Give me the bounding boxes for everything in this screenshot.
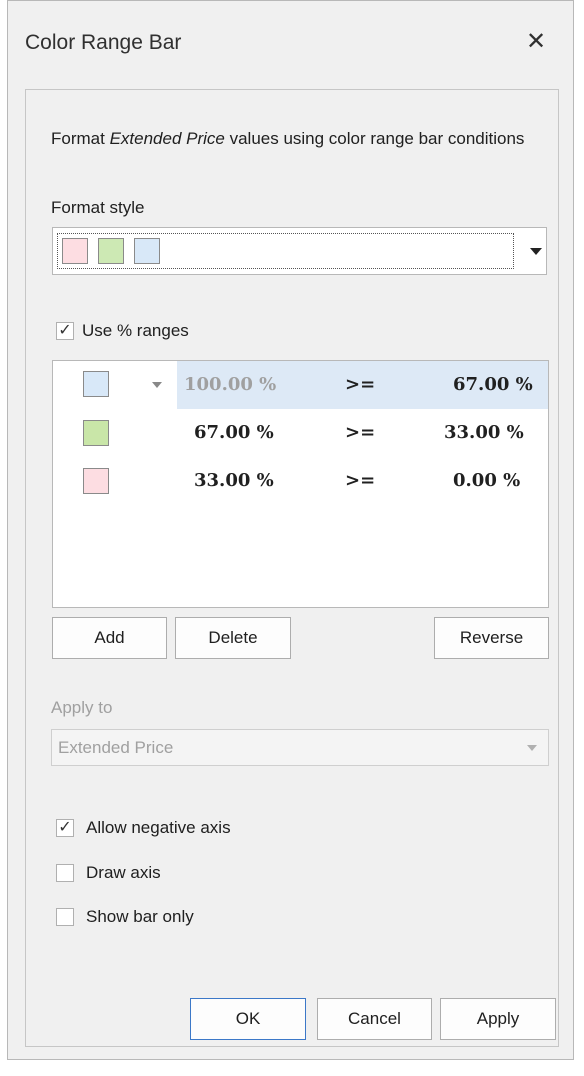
use-percent-check-icon: ✓ [58, 322, 72, 339]
description-field: Extended Price [109, 129, 225, 148]
chevron-down-icon[interactable] [527, 745, 537, 751]
description-prefix: Format [51, 129, 110, 148]
range-row[interactable]: 100.00 % >= 67.00 % [53, 361, 548, 409]
format-style-swatch-blue [134, 238, 160, 264]
close-icon[interactable]: ✕ [526, 29, 546, 55]
range-from[interactable]: 67.00 % [194, 422, 274, 443]
ok-button[interactable]: OK [190, 998, 306, 1040]
range-color-swatch[interactable] [83, 371, 109, 397]
chevron-down-icon[interactable] [530, 248, 542, 255]
draw-axis-checkbox[interactable] [56, 864, 74, 882]
format-style-preview [57, 233, 514, 269]
range-to[interactable]: 67.00 % [453, 374, 533, 395]
show-bar-only-label: Show bar only [86, 907, 194, 926]
range-row[interactable]: 67.00 % >= 33.00 % [53, 409, 548, 457]
allow-negative-axis-checkbox[interactable]: ✓ [56, 819, 74, 837]
dialog-title: Color Range Bar [25, 31, 182, 54]
range-color-swatch[interactable] [83, 468, 109, 494]
range-to[interactable]: 33.00 % [444, 422, 524, 443]
draw-axis-label: Draw axis [86, 863, 161, 882]
range-operator[interactable]: >= [345, 374, 375, 395]
color-range-bar-dialog: Color Range Bar ✕ Format Extended Price … [7, 0, 574, 1060]
range-from[interactable]: 100.00 % [184, 374, 276, 395]
range-from[interactable]: 33.00 % [194, 470, 274, 491]
allow-negative-axis-check-icon: ✓ [58, 819, 72, 836]
range-operator[interactable]: >= [345, 470, 375, 491]
chevron-down-icon[interactable] [152, 382, 162, 388]
format-style-label: Format style [51, 198, 145, 217]
add-button[interactable]: Add [52, 617, 167, 659]
range-row[interactable]: 33.00 % >= 0.00 % [53, 457, 548, 505]
apply-button[interactable]: Apply [440, 998, 556, 1040]
ranges-list[interactable]: 100.00 % >= 67.00 % 67.00 % >= 33.00 % 3… [52, 360, 549, 608]
use-percent-checkbox[interactable]: ✓ [56, 322, 74, 340]
format-style-dropdown[interactable] [52, 227, 547, 275]
range-color-swatch[interactable] [83, 420, 109, 446]
format-style-swatch-green [98, 238, 124, 264]
content-panel: Format Extended Price values using color… [25, 89, 559, 1047]
description-text: Format Extended Price values using color… [51, 128, 541, 150]
allow-negative-axis-label: Allow negative axis [86, 818, 231, 837]
show-bar-only-checkbox[interactable] [56, 908, 74, 926]
format-style-swatch-pink [62, 238, 88, 264]
apply-to-value: Extended Price [58, 738, 174, 757]
delete-button[interactable]: Delete [175, 617, 291, 659]
description-suffix: values using color range bar conditions [224, 129, 525, 148]
range-operator[interactable]: >= [345, 422, 375, 443]
apply-to-dropdown[interactable]: Extended Price [51, 729, 549, 766]
range-to[interactable]: 0.00 % [453, 470, 520, 491]
reverse-button[interactable]: Reverse [434, 617, 549, 659]
apply-to-label: Apply to [51, 698, 113, 717]
use-percent-label: Use % ranges [82, 321, 189, 340]
cancel-button[interactable]: Cancel [317, 998, 432, 1040]
